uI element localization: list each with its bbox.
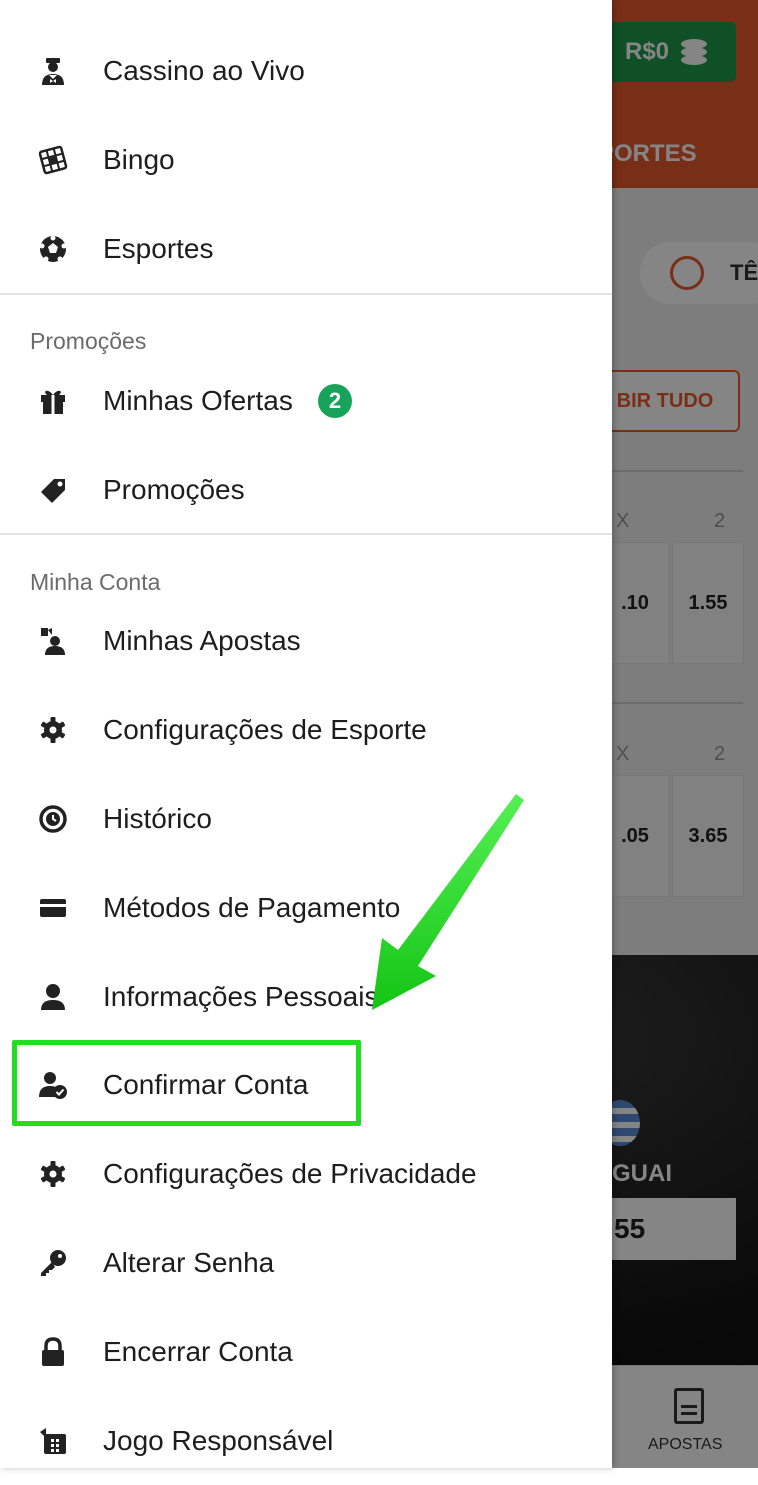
tag-icon bbox=[38, 475, 68, 505]
menu-item-label: Configurações de Esporte bbox=[103, 714, 427, 745]
section-title-my-account: Minha Conta bbox=[30, 569, 161, 595]
person-icon bbox=[38, 982, 68, 1012]
dealer-icon bbox=[38, 56, 68, 86]
my-bets-icon bbox=[38, 626, 68, 656]
menu-item-live-casino[interactable]: Cassino ao Vivo bbox=[0, 27, 612, 115]
gear-icon bbox=[38, 1159, 68, 1189]
menu-divider bbox=[0, 293, 612, 295]
menu-item-label: Informações Pessoais bbox=[103, 981, 379, 1012]
pointer-arrow-icon bbox=[372, 794, 524, 1010]
gear-icon bbox=[38, 715, 68, 745]
history-icon bbox=[38, 804, 68, 834]
offers-count-badge: 2 bbox=[318, 384, 352, 418]
menu-item-sports[interactable]: Esportes bbox=[0, 205, 612, 293]
gift-icon bbox=[38, 386, 68, 416]
menu-item-my-offers[interactable]: Minhas Ofertas 2 bbox=[0, 357, 612, 445]
menu-item-label: Configurações de Privacidade bbox=[103, 1158, 477, 1189]
menu-item-label: Alterar Senha bbox=[103, 1247, 275, 1278]
menu-item-label: Minhas Apostas bbox=[103, 625, 301, 656]
key-icon bbox=[38, 1248, 68, 1278]
menu-item-label: Bingo bbox=[103, 144, 175, 175]
menu-item-label: Histórico bbox=[103, 803, 212, 834]
credit-card-icon bbox=[38, 893, 68, 923]
section-title-promotions: Promoções bbox=[30, 328, 147, 354]
lock-icon bbox=[38, 1337, 68, 1367]
side-drawer: Cassino ao Vivo Bingo Esportes Promoções… bbox=[0, 0, 612, 1468]
menu-item-responsible-gaming[interactable]: Jogo Responsável bbox=[0, 1397, 612, 1485]
responsible-gaming-icon bbox=[38, 1426, 68, 1456]
menu-item-bingo[interactable]: Bingo bbox=[0, 116, 612, 204]
menu-item-change-password[interactable]: Alterar Senha bbox=[0, 1219, 612, 1307]
menu-item-label: Minhas Ofertas bbox=[103, 385, 293, 416]
menu-item-sport-settings[interactable]: Configurações de Esporte bbox=[0, 686, 612, 774]
menu-item-label: Jogo Responsável bbox=[103, 1425, 334, 1456]
menu-item-label: Esportes bbox=[103, 233, 214, 264]
menu-item-promotions[interactable]: Promoções bbox=[0, 446, 612, 534]
menu-item-privacy-settings[interactable]: Configurações de Privacidade bbox=[0, 1130, 612, 1218]
menu-item-close-account[interactable]: Encerrar Conta bbox=[0, 1308, 612, 1396]
highlight-box bbox=[12, 1040, 361, 1126]
menu-item-label: Métodos de Pagamento bbox=[103, 892, 401, 923]
menu-item-label: Cassino ao Vivo bbox=[103, 55, 305, 86]
bingo-card-icon bbox=[38, 145, 68, 175]
menu-divider bbox=[0, 533, 612, 535]
soccer-ball-icon bbox=[38, 234, 68, 264]
menu-item-my-bets[interactable]: Minhas Apostas bbox=[0, 597, 612, 685]
menu-item-label: Encerrar Conta bbox=[103, 1336, 293, 1367]
menu-item-label: Promoções bbox=[103, 474, 245, 505]
